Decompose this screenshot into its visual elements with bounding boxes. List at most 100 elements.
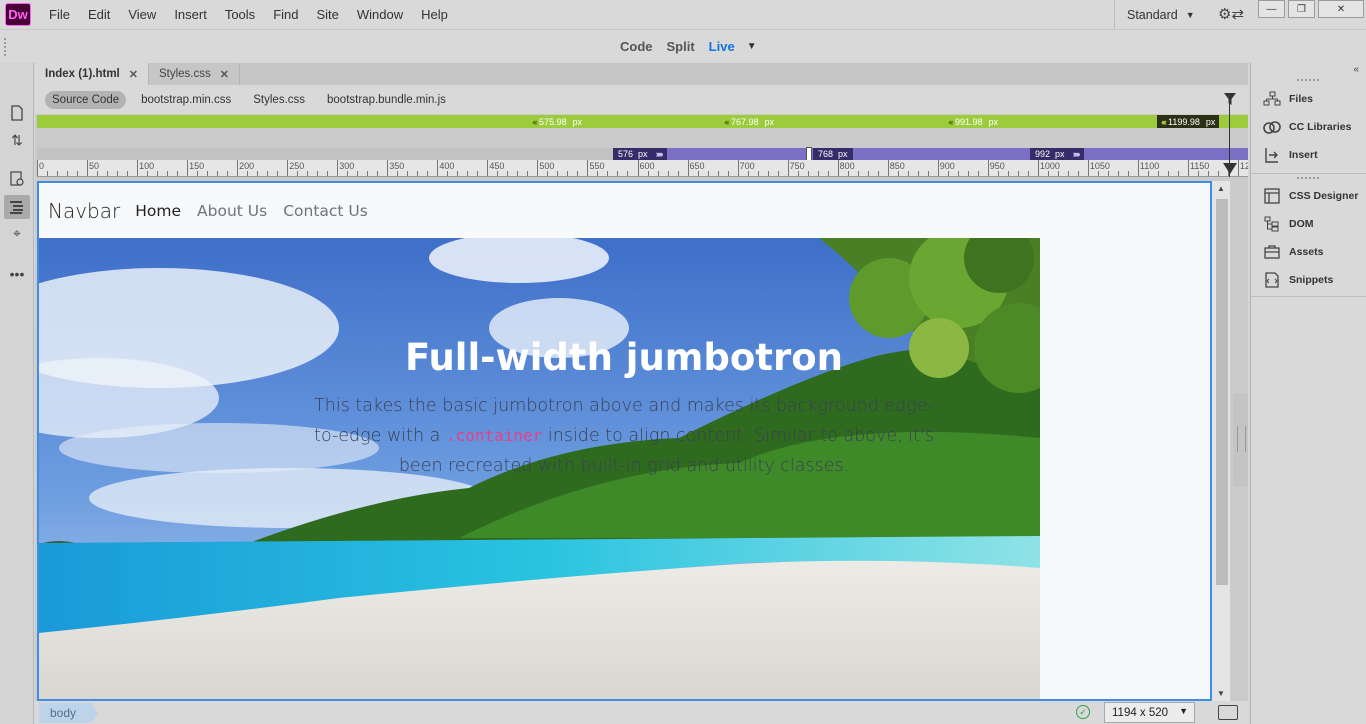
ruler-label: 250	[289, 161, 305, 171]
media-query-min-576[interactable]: 576 px ››››››	[613, 148, 667, 160]
restore-button[interactable]: ❐	[1288, 0, 1315, 18]
media-query-min-992[interactable]: 992 px ››››››	[1030, 148, 1084, 160]
menu-tools[interactable]: Tools	[216, 7, 264, 22]
media-query-max-575[interactable]: ‹‹‹‹ 575.98 px	[532, 115, 582, 128]
navbar-links: Home About Us Contact Us	[135, 202, 384, 220]
file-management-icon[interactable]: ⇅	[4, 128, 30, 152]
filter-icon[interactable]	[1223, 92, 1237, 106]
ruler-tick	[627, 171, 629, 176]
ruler-tick	[1217, 171, 1219, 176]
panel-css-designer[interactable]: CSS Designer	[1251, 184, 1366, 208]
nav-link-about-us[interactable]: About Us	[197, 202, 267, 220]
format-source-icon[interactable]	[4, 195, 30, 219]
sync-settings-icon[interactable]: ⚙⇄	[1218, 5, 1244, 23]
panel-group-grip[interactable]	[1297, 79, 1319, 81]
document-area: Index (1).html ✕ Styles.css ✕ Source Cod…	[35, 63, 1248, 724]
panel-label: Snippets	[1289, 274, 1334, 286]
related-file-source-code[interactable]: Source Code	[45, 90, 127, 109]
related-file-styles-css[interactable]: Styles.css	[246, 91, 312, 109]
code-navigator-icon[interactable]	[4, 167, 30, 191]
ruler-tick	[957, 171, 959, 176]
menu-edit[interactable]: Edit	[79, 7, 119, 22]
chevron-down-icon: ▼	[1185, 9, 1195, 20]
menu-view[interactable]: View	[119, 7, 165, 22]
panel-insert[interactable]: Insert	[1251, 143, 1366, 167]
split-view-button[interactable]: Split	[667, 39, 695, 54]
nav-link-home[interactable]: Home	[135, 202, 181, 220]
nav-link-contact-us[interactable]: Contact Us	[283, 202, 368, 220]
ruler-tick	[747, 171, 749, 176]
close-icon[interactable]: ✕	[129, 68, 138, 81]
viewport-resize-handle[interactable]	[806, 147, 812, 161]
document-tabs: Index (1).html ✕ Styles.css ✕	[35, 63, 1248, 85]
live-view-scrollbar[interactable]: ▲ ▼	[1212, 181, 1230, 701]
tab-index-html[interactable]: Index (1).html ✕	[35, 63, 149, 85]
tag-selector-body[interactable]: body	[39, 703, 99, 723]
scroll-down-icon[interactable]: ▼	[1217, 689, 1225, 698]
ruler-tick	[567, 171, 569, 176]
menu-insert[interactable]: Insert	[165, 7, 216, 22]
close-window-button[interactable]: ✕	[1318, 0, 1364, 18]
ruler-tick	[377, 171, 379, 176]
ruler-tick	[757, 171, 759, 176]
panel-files[interactable]: Files	[1251, 87, 1366, 111]
panel-splitter-handle[interactable]	[1233, 393, 1248, 487]
ruler-label: 50	[89, 161, 100, 171]
menu-help[interactable]: Help	[412, 7, 457, 22]
ruler-tick	[337, 160, 339, 176]
code-view-button[interactable]: Code	[620, 39, 653, 54]
chevron-down-icon[interactable]: ▼	[747, 41, 757, 54]
code-valid-icon[interactable]: ✓	[1076, 705, 1090, 719]
ruler-tick	[617, 171, 619, 176]
ruler-tick	[247, 171, 249, 176]
ruler-tick	[1057, 171, 1059, 176]
viewport-width-marker[interactable]	[1223, 163, 1237, 174]
open-documents-icon[interactable]	[4, 101, 30, 125]
scroll-up-icon[interactable]: ▲	[1217, 184, 1225, 193]
ruler-label: 900	[939, 161, 955, 171]
window-controls: — ❐ ✕	[1258, 0, 1366, 22]
ruler-tick	[1087, 160, 1089, 176]
live-view-button[interactable]: Live	[709, 39, 735, 54]
ruler-tick	[87, 160, 89, 176]
ruler-label: 100	[139, 161, 155, 171]
media-query-max-767[interactable]: ‹‹‹‹ 767.98 px	[724, 115, 774, 128]
panel-assets[interactable]: Assets	[1251, 240, 1366, 264]
ruler-tick	[427, 171, 429, 176]
panel-group-grip[interactable]	[1297, 177, 1319, 179]
tab-styles-css[interactable]: Styles.css ✕	[149, 63, 240, 85]
navbar-brand[interactable]: Navbar	[48, 199, 120, 223]
inspect-icon[interactable]: ⌖	[4, 221, 30, 245]
ruler-tick	[587, 160, 589, 176]
ruler-tick	[667, 171, 669, 176]
more-tools-icon[interactable]: •••	[4, 262, 30, 286]
ruler-tick	[497, 171, 499, 176]
related-file-bootstrap-css[interactable]: bootstrap.min.css	[134, 91, 238, 109]
page-navbar: Navbar Home About Us Contact Us	[39, 183, 1210, 239]
media-query-max-1199[interactable]: ‹‹‹‹ 1199.98 px	[1157, 115, 1220, 128]
panel-dom[interactable]: DOM	[1251, 212, 1366, 236]
menu-find[interactable]: Find	[264, 7, 307, 22]
chevron-down-icon: ▼	[1179, 706, 1188, 716]
workspace-switcher[interactable]: Standard ▼	[1114, 0, 1195, 29]
panel-snippets[interactable]: Snippets	[1251, 268, 1366, 292]
ruler-tick	[947, 171, 949, 176]
window-size-select[interactable]: 1194 x 520 ▼	[1104, 702, 1195, 723]
ruler-tick	[777, 171, 779, 176]
toolbar-grip[interactable]	[4, 38, 6, 56]
related-file-bootstrap-js[interactable]: bootstrap.bundle.min.js	[320, 91, 453, 109]
media-query-max-991[interactable]: ‹‹‹‹ 991.98 px	[948, 115, 998, 128]
real-time-preview-icon[interactable]	[1218, 705, 1238, 720]
menu-list: File Edit View Insert Tools Find Site Wi…	[40, 0, 457, 29]
menu-site[interactable]: Site	[307, 7, 347, 22]
minimize-button[interactable]: —	[1258, 0, 1285, 18]
close-icon[interactable]: ✕	[220, 68, 229, 81]
menu-file[interactable]: File	[40, 7, 79, 22]
media-query-min-768[interactable]: 768 px	[813, 148, 853, 160]
panel-cc-libraries[interactable]: CC Libraries	[1251, 115, 1366, 139]
scrollbar-thumb[interactable]	[1216, 199, 1228, 585]
collapse-panels-icon[interactable]: «	[1353, 64, 1359, 75]
ruler-tick	[707, 171, 709, 176]
menu-window[interactable]: Window	[348, 7, 412, 22]
ruler-tick	[987, 160, 989, 176]
